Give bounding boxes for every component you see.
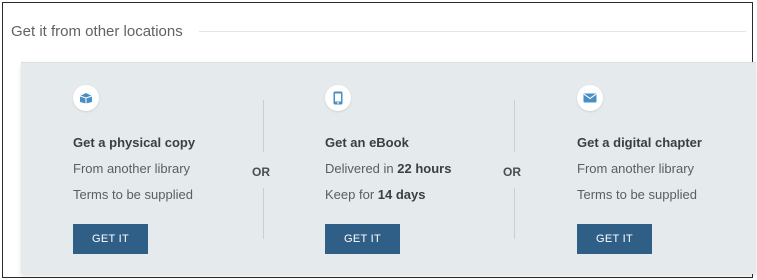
get-it-ebook-button[interactable]: GET IT <box>325 224 400 254</box>
option-source: From another library <box>577 161 695 176</box>
option-delivery: Delivered in 22 hours <box>325 161 451 176</box>
or-label: OR <box>252 165 270 179</box>
divider-line <box>263 100 264 152</box>
get-it-chapter-button[interactable]: GET IT <box>577 224 652 254</box>
option-title: Get a physical copy <box>73 135 196 150</box>
option-digital-chapter: Get a digital chapter From another libra… <box>577 63 757 274</box>
option-title: Get an eBook <box>325 135 409 150</box>
window-frame: Get it from other locations Get a physic… <box>2 2 756 278</box>
option-physical-copy: Get a physical copy From another library… <box>73 63 263 274</box>
option-terms: Terms to be supplied <box>577 187 697 202</box>
options-panel: Get a physical copy From another library… <box>21 62 756 274</box>
delivery-prefix: Delivered in <box>325 161 398 176</box>
divider-line <box>263 188 264 239</box>
section-divider <box>198 30 746 32</box>
get-it-physical-button[interactable]: GET IT <box>73 224 148 254</box>
divider-line <box>514 188 515 239</box>
section-header: Get it from other locations <box>11 17 746 45</box>
option-loan-period: Keep for 14 days <box>325 187 425 202</box>
option-title: Get a digital chapter <box>577 135 702 150</box>
envelope-icon <box>577 85 603 111</box>
package-icon <box>73 85 99 111</box>
section-title: Get it from other locations <box>11 22 183 40</box>
loan-duration: 14 days <box>377 187 426 202</box>
option-source: From another library <box>73 161 191 176</box>
tablet-icon <box>325 85 351 111</box>
delivery-time: 22 hours <box>397 161 452 176</box>
loan-prefix: Keep for <box>325 187 378 202</box>
or-label: OR <box>503 165 521 179</box>
option-ebook: Get an eBook Delivered in 22 hours Keep … <box>325 63 515 274</box>
divider-line <box>514 100 515 152</box>
option-terms: Terms to be supplied <box>73 187 193 202</box>
